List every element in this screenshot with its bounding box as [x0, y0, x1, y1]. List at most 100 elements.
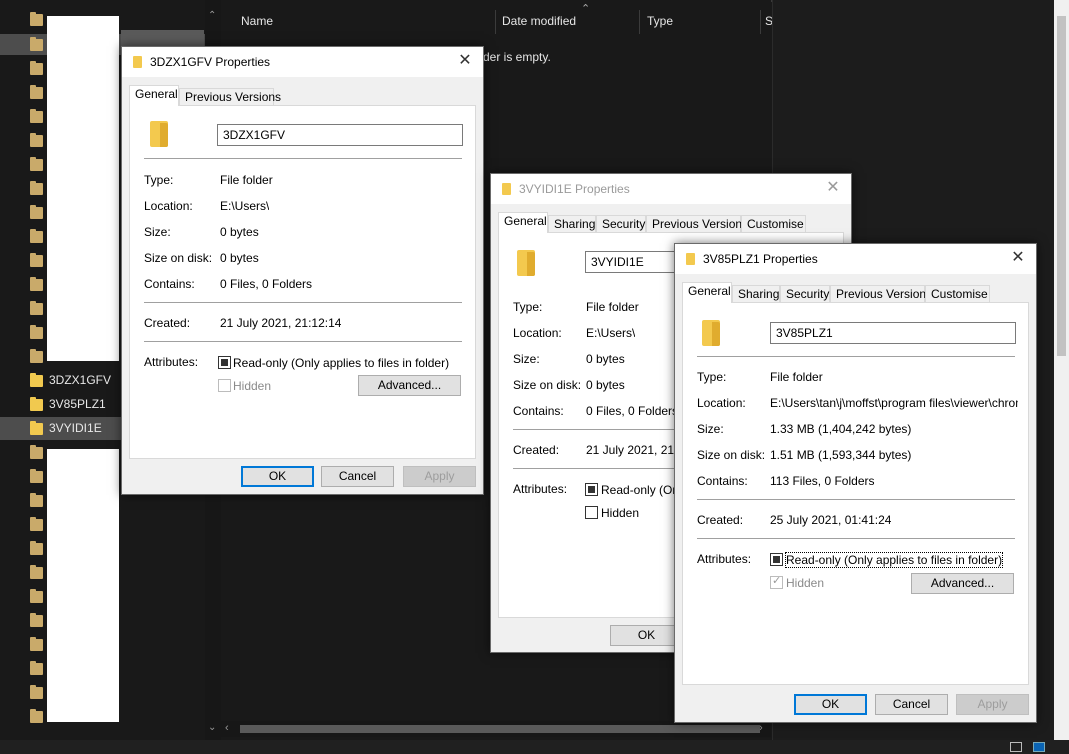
contains-value: 0 Files, 0 Folders — [220, 277, 313, 291]
attributes-label: Attributes: — [144, 355, 199, 369]
hidden-label: Hidden — [601, 506, 640, 520]
ok-button[interactable]: OK — [794, 694, 867, 715]
folder-icon — [30, 445, 43, 459]
folder-icon — [30, 637, 43, 651]
ok-button[interactable]: OK — [241, 466, 314, 487]
general-panel: 3V85PLZ1 Type: File folder Location: E:\… — [682, 302, 1029, 685]
location-label: Location: — [144, 199, 193, 213]
readonly-checkbox[interactable] — [770, 553, 783, 566]
size-value: 0 bytes — [586, 352, 625, 366]
redacted-block — [47, 16, 119, 361]
tab-previous-versions[interactable]: Previous Versions — [179, 88, 281, 105]
type-label: Type: — [144, 173, 174, 187]
nav-item-3v85plz1[interactable]: 3V85PLZ1 — [0, 393, 122, 416]
nav-item-3dzx1gfv[interactable]: 3DZX1GFV — [0, 369, 122, 392]
created-value: 25 July 2021, 01:41:24 — [770, 513, 892, 527]
folder-icon — [30, 229, 43, 243]
scroll-down-icon[interactable]: ⌄ — [208, 722, 216, 733]
column-divider[interactable] — [495, 10, 496, 34]
tab-general[interactable]: General — [498, 212, 548, 233]
scroll-up-icon[interactable]: ⌃ — [208, 10, 216, 21]
tab-customise[interactable]: Customise — [925, 285, 990, 302]
cancel-button[interactable]: Cancel — [875, 694, 948, 715]
contains-value: 0 Files, 0 Folders — [586, 404, 679, 418]
readonly-label: Read-only (Only applies to files in fold… — [233, 356, 450, 370]
column-name[interactable]: Name — [241, 14, 273, 28]
folder-icon — [30, 205, 43, 219]
dialog-title: 3VYIDI1E Properties — [519, 182, 630, 196]
large-icons-view-icon[interactable] — [1033, 742, 1045, 752]
size-on-disk-label: Size on disk: — [697, 448, 766, 462]
column-divider[interactable] — [639, 10, 640, 34]
hidden-checkbox[interactable] — [585, 506, 598, 519]
close-icon[interactable]: ✕ — [1008, 248, 1028, 268]
size-value: 1.33 MB (1,404,242 bytes) — [770, 422, 912, 436]
apply-button[interactable]: Apply — [403, 466, 476, 487]
column-type[interactable]: Type — [647, 14, 673, 28]
column-divider[interactable] — [760, 10, 761, 34]
close-icon[interactable]: ✕ — [455, 51, 475, 71]
nav-item-label: 3V85PLZ1 — [49, 397, 106, 411]
nav-item-label: 3DZX1GFV — [49, 373, 112, 387]
hidden-checkbox[interactable] — [218, 379, 231, 392]
tab-sharing[interactable]: Sharing — [548, 215, 596, 232]
column-date-modified[interactable]: Date modified — [502, 14, 576, 28]
folder-icon — [502, 183, 511, 195]
apply-button[interactable]: Apply — [956, 694, 1029, 715]
location-label: Location: — [697, 396, 746, 410]
size-on-disk-label: Size on disk: — [513, 378, 582, 392]
folder-name-field[interactable]: 3V85PLZ1 — [770, 322, 1016, 344]
folder-icon — [517, 250, 535, 276]
attributes-label: Attributes: — [513, 482, 568, 496]
properties-dialog-3dzx1gfv: 3DZX1GFV Properties ✕ General Previous V… — [121, 46, 484, 495]
advanced-button[interactable]: Advanced... — [911, 573, 1014, 594]
scroll-left-icon[interactable]: ‹ — [225, 722, 229, 734]
dialog-titlebar[interactable]: 3DZX1GFV Properties ✕ — [122, 47, 483, 77]
dialog-titlebar[interactable]: 3VYIDI1E Properties ✕ — [491, 174, 851, 204]
divider — [144, 158, 462, 159]
cancel-button[interactable]: Cancel — [321, 466, 394, 487]
size-on-disk-value: 0 bytes — [220, 251, 259, 265]
advanced-button[interactable]: Advanced... — [358, 375, 461, 396]
folder-icon — [30, 589, 43, 603]
redacted-block — [47, 449, 119, 722]
folder-icon — [30, 421, 43, 435]
divider — [697, 538, 1015, 539]
type-value: File folder — [770, 370, 823, 384]
created-label: Created: — [697, 513, 744, 527]
readonly-checkbox[interactable] — [585, 483, 598, 496]
size-label: Size: — [513, 352, 540, 366]
column-header: ⌃ Name Date modified Type S — [221, 0, 773, 40]
folder-icon — [30, 517, 43, 531]
created-label: Created: — [144, 316, 191, 330]
ok-button[interactable]: OK — [610, 625, 683, 646]
location-label: Location: — [513, 326, 562, 340]
folder-icon — [30, 181, 43, 195]
close-icon[interactable]: ✕ — [823, 178, 843, 198]
folder-icon — [30, 493, 43, 507]
horizontal-scroll-thumb[interactable] — [240, 725, 760, 733]
dialog-titlebar[interactable]: 3V85PLZ1 Properties ✕ — [675, 244, 1036, 274]
tab-general[interactable]: General — [682, 282, 732, 303]
readonly-checkbox[interactable] — [218, 356, 231, 369]
folder-icon — [30, 109, 43, 123]
folder-icon — [30, 133, 43, 147]
tab-sharing[interactable]: Sharing — [732, 285, 780, 302]
vertical-scroll-thumb[interactable] — [1057, 16, 1066, 356]
hidden-label: Hidden — [786, 576, 825, 590]
tab-customise[interactable]: Customise — [741, 215, 806, 232]
type-label: Type: — [697, 370, 727, 384]
size-on-disk-value: 1.51 MB (1,593,344 bytes) — [770, 448, 912, 462]
folder-name-field[interactable]: 3DZX1GFV — [217, 124, 463, 146]
details-view-icon[interactable] — [1010, 742, 1022, 752]
nav-item-3vyidi1e[interactable]: 3VYIDI1E — [0, 417, 122, 440]
tab-strip: General Sharing Security Previous Versio… — [498, 212, 848, 233]
tab-previous-versions[interactable]: Previous Versions — [830, 285, 932, 302]
hidden-checkbox[interactable] — [770, 574, 783, 589]
tab-previous-versions[interactable]: Previous Versions — [646, 215, 748, 232]
tab-security[interactable]: Security — [596, 215, 646, 232]
folder-icon — [30, 613, 43, 627]
folder-icon — [30, 61, 43, 75]
tab-general[interactable]: General — [129, 85, 179, 106]
tab-security[interactable]: Security — [780, 285, 830, 302]
